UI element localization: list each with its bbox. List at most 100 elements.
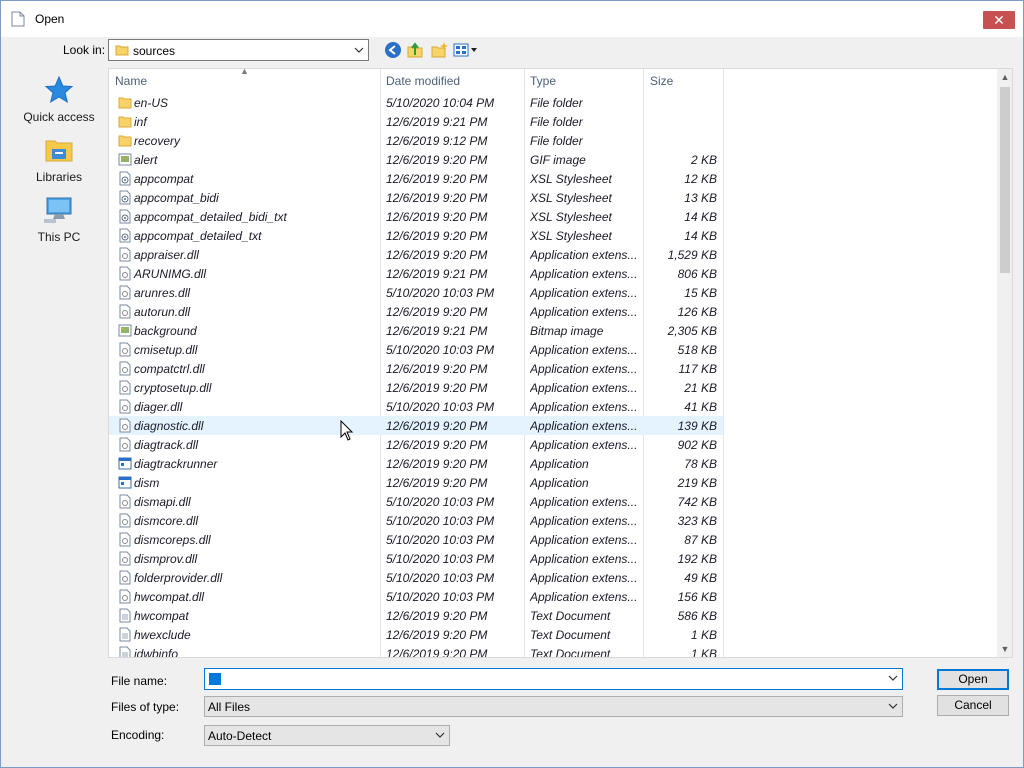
file-name-cell: hwcompat (134, 609, 189, 623)
cancel-button[interactable]: Cancel (937, 695, 1009, 716)
file-row[interactable]: cryptosetup.dll 12/6/2019 9:20 PM Applicat… (109, 378, 723, 397)
stylesheet-file-icon (118, 171, 132, 186)
text-file-icon (118, 646, 132, 657)
new-folder-icon[interactable] (430, 41, 448, 59)
close-button[interactable]: ✕ (983, 11, 1015, 29)
file-row[interactable]: dismapi.dll 5/10/2020 10:03 PM Application… (109, 492, 723, 511)
file-row[interactable]: appcompat 12/6/2019 9:20 PM XSL Stylesheet… (109, 169, 723, 188)
view-menu-icon[interactable] (453, 41, 479, 59)
chevron-down-icon[interactable] (354, 45, 364, 55)
file-row[interactable]: appcompat_detailed_bidi_txt 12/6/2019 9:2… (109, 207, 723, 226)
file-name-cell: cmisetup.dll (134, 343, 198, 357)
file-name-cell: alert (134, 153, 158, 167)
column-divider (723, 69, 724, 657)
file-name-cell: compatctrl.dll (134, 362, 205, 376)
file-date-cell: 12/6/2019 9:20 PM (386, 381, 488, 395)
file-name-input[interactable] (204, 668, 903, 690)
file-row[interactable]: dism 12/6/2019 9:20 PM Application 219 KB (109, 473, 723, 492)
file-row[interactable]: dismprov.dll 5/10/2020 10:03 PM Applicatio… (109, 549, 723, 568)
file-type-cell: Application extens... (530, 286, 638, 300)
chevron-down-icon[interactable] (888, 700, 898, 712)
file-row[interactable]: diagtrackrunner 12/6/2019 9:20 PM Applicat… (109, 454, 723, 473)
file-row[interactable]: alert 12/6/2019 9:20 PM GIF image 2 KB (109, 150, 723, 169)
file-row[interactable]: appcompat_detailed_txt 12/6/2019 9:20 PM X… (109, 226, 723, 245)
column-header-date[interactable]: Date modified (386, 74, 460, 88)
folder-icon (118, 114, 132, 129)
chevron-down-icon[interactable] (888, 673, 898, 683)
file-row[interactable]: arunres.dll 5/10/2020 10:03 PM Application… (109, 283, 723, 302)
file-name-cell: appcompat_detailed_txt (134, 229, 262, 243)
look-in-combo[interactable]: sources (108, 39, 369, 61)
look-in-label: Look in: (63, 43, 106, 57)
place-libraries[interactable]: Libraries (13, 135, 105, 184)
file-list[interactable]: ▲ Name Date modified Type Size en-US 5/10… (108, 68, 1013, 658)
scroll-up-icon[interactable]: ▲ (997, 69, 1012, 85)
file-row[interactable]: dismcoreps.dll 5/10/2020 10:03 PM Applicat… (109, 530, 723, 549)
file-row[interactable]: en-US 5/10/2020 10:04 PM File folder (109, 93, 723, 112)
encoding-value: Auto-Detect (208, 729, 272, 743)
open-button[interactable]: Open (937, 669, 1009, 690)
file-row[interactable]: inf 12/6/2019 9:21 PM File folder (109, 112, 723, 131)
file-row[interactable]: diagtrack.dll 12/6/2019 9:20 PM Applicatio… (109, 435, 723, 454)
file-row[interactable]: background 12/6/2019 9:21 PM Bitmap image 2… (109, 321, 723, 340)
file-date-cell: 12/6/2019 9:20 PM (386, 647, 488, 658)
scroll-down-icon[interactable]: ▼ (997, 641, 1012, 657)
file-row[interactable]: hwcompat 12/6/2019 9:20 PM Text Document 58… (109, 606, 723, 625)
vertical-scrollbar[interactable]: ▲ ▼ (997, 69, 1012, 657)
folder-icon (118, 95, 132, 110)
file-row[interactable]: ARUNIMG.dll 12/6/2019 9:21 PM Application … (109, 264, 723, 283)
file-row[interactable]: diager.dll 5/10/2020 10:03 PM Application … (109, 397, 723, 416)
title-bar[interactable]: Open ✕ (1, 1, 1023, 37)
close-icon: ✕ (993, 12, 1005, 28)
file-date-cell: 12/6/2019 9:20 PM (386, 609, 488, 623)
places-bar: Quick access Libraries This PC (13, 67, 105, 657)
application-icon (118, 475, 132, 490)
file-size-cell: 14 KB (684, 210, 717, 224)
file-type-cell: Application extens... (530, 248, 638, 262)
back-icon[interactable] (384, 41, 402, 59)
up-folder-icon[interactable] (406, 41, 424, 59)
file-name-cell: dism (134, 476, 160, 490)
file-type-cell: Application extens... (530, 571, 638, 585)
scroll-thumb[interactable] (1000, 87, 1010, 273)
file-row[interactable]: diagnostic.dll 12/6/2019 9:20 PM Applicati… (109, 416, 723, 435)
file-date-cell: 12/6/2019 9:20 PM (386, 229, 488, 243)
place-this-pc[interactable]: This PC (13, 195, 105, 244)
file-type-cell: XSL Stylesheet (530, 191, 612, 205)
file-size-cell: 586 KB (677, 609, 717, 623)
file-date-cell: 5/10/2020 10:04 PM (386, 96, 495, 110)
place-quick-access[interactable]: Quick access (13, 75, 105, 124)
file-type-cell: Application extens... (530, 305, 638, 319)
file-name-cell: dismcore.dll (134, 514, 199, 528)
chevron-down-icon[interactable] (435, 729, 445, 741)
stylesheet-file-icon (118, 190, 132, 205)
file-type-cell: File folder (530, 134, 583, 148)
file-type-cell: Application extens... (530, 381, 638, 395)
file-row[interactable]: idwbinfo 12/6/2019 9:20 PM Text Document 1 … (109, 644, 723, 658)
file-type-cell: Application extens... (530, 495, 638, 509)
file-date-cell: 12/6/2019 9:20 PM (386, 172, 488, 186)
file-row[interactable]: cmisetup.dll 5/10/2020 10:03 PM Applicatio… (109, 340, 723, 359)
encoding-select[interactable]: Auto-Detect (204, 725, 450, 746)
file-row[interactable]: appraiser.dll 12/6/2019 9:20 PM Applicatio… (109, 245, 723, 264)
file-size-cell: 87 KB (684, 533, 717, 547)
file-row[interactable]: recovery 12/6/2019 9:12 PM File folder (109, 131, 723, 150)
column-header-name[interactable]: Name (115, 74, 147, 88)
file-size-cell: 21 KB (684, 381, 717, 395)
file-row[interactable]: folderprovider.dll 5/10/2020 10:03 PM Appl… (109, 568, 723, 587)
file-type-select[interactable]: All Files (204, 696, 903, 717)
file-date-cell: 12/6/2019 9:12 PM (386, 134, 488, 148)
libraries-icon (45, 140, 73, 162)
column-header-size[interactable]: Size (650, 74, 673, 88)
file-size-cell: 323 KB (677, 514, 717, 528)
dll-file-icon (118, 304, 132, 319)
file-row[interactable]: appcompat_bidi 12/6/2019 9:20 PM XSL Style… (109, 188, 723, 207)
file-row[interactable]: dismcore.dll 5/10/2020 10:03 PM Applicatio… (109, 511, 723, 530)
file-name-cell: appcompat_detailed_bidi_txt (134, 210, 287, 224)
file-row[interactable]: hwcompat.dll 5/10/2020 10:03 PM Applicatio… (109, 587, 723, 606)
file-row[interactable]: hwexclude 12/6/2019 9:20 PM Text Document 1… (109, 625, 723, 644)
file-row[interactable]: compatctrl.dll 12/6/2019 9:20 PM Applicati… (109, 359, 723, 378)
file-row[interactable]: autorun.dll 12/6/2019 9:20 PM Application … (109, 302, 723, 321)
column-header-type[interactable]: Type (530, 74, 556, 88)
file-type-cell: Bitmap image (530, 324, 604, 338)
